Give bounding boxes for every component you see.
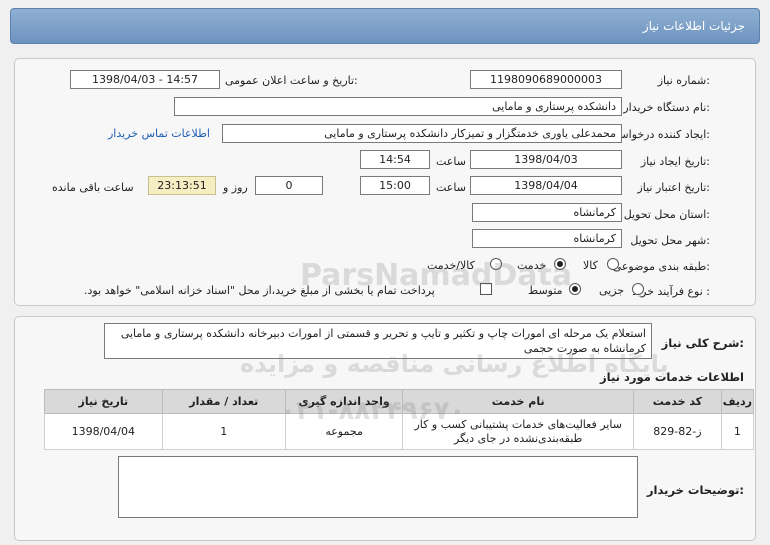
process-minor-radio[interactable] [632,283,644,295]
remaining-time-field: 23:13:51 [148,176,216,195]
remaining-time-label: ساعت باقی مانده [52,181,134,194]
created-date-field: 1398/04/03 [470,150,622,169]
process-label: نوع فرآیند خرید : [632,285,710,298]
process-minor-label: جزیی [599,284,625,297]
announce-field: 1398/04/03 - 14:57 [70,70,220,89]
province-field: کرمانشاه [472,203,622,222]
category-label: طبقه بندی موضوعی: [612,260,710,273]
category-goods-radio[interactable] [607,258,619,270]
created-date-label: تاریخ ایجاد نیاز: [640,155,710,168]
created-time-field: 14:54 [360,150,430,169]
remaining-days-label: روز و [223,181,248,194]
category-goods-label: کالا [583,259,598,272]
col-code: کد خدمت [633,389,722,414]
created-time-label: ساعت [436,155,466,168]
remaining-days-field: 0 [255,176,323,195]
watermark-title: پایگاه اطلاع رسانی مناقصه و مزایده [240,350,669,378]
buyer-contact-link[interactable]: اطلاعات تماس خریدار [108,127,210,140]
city-label: شهر محل تحویل: [630,234,710,247]
announce-label: تاریخ و ساعت اعلان عمومی: [225,74,358,87]
col-qty: تعداد / مقدار [161,389,286,414]
validity-date-label: تاریخ اعتبار نیاز: [637,181,710,194]
validity-time-field: 15:00 [360,176,430,195]
buyer-notes-box [118,456,638,518]
page-title: جزئیات اطلاعات نیاز [642,19,745,33]
row-date: 1398/04/04 [44,413,163,450]
need-number-label: شماره نیاز: [657,74,710,87]
row-qty: 1 [161,413,286,450]
requester-field: محمدعلی یاوری خدمتگزار و تمیزکار دانشکده… [222,124,622,143]
buyer-notes-label: توضیحات خریدار: [646,483,744,497]
description-label: شرح کلی نیاز: [661,336,744,350]
city-field: کرمانشاه [472,229,622,248]
need-number-field: 1198090689000003 [470,70,622,89]
watermark-logo-text: ParsNamadData [300,258,573,293]
validity-date-field: 1398/04/04 [470,176,622,195]
province-label: استان محل تحویل: [623,208,710,221]
col-index: ردیف [720,389,755,414]
requester-label: ایجاد کننده درخواست: [608,128,710,141]
watermark-phone: ۰۲۱-۸۸۳۴۹۶۷۰ [280,396,466,426]
buyer-org-field: دانشکده پرستاری و مامایی [174,97,622,116]
row-index: 1 [720,413,755,450]
buyer-org-label: نام دستگاه خریدار: [623,101,710,114]
page-header: جزئیات اطلاعات نیاز [10,8,760,44]
row-code: ز-82-829 [633,413,722,450]
col-date: تاریخ نیاز [44,389,163,414]
validity-time-label: ساعت [436,181,466,194]
